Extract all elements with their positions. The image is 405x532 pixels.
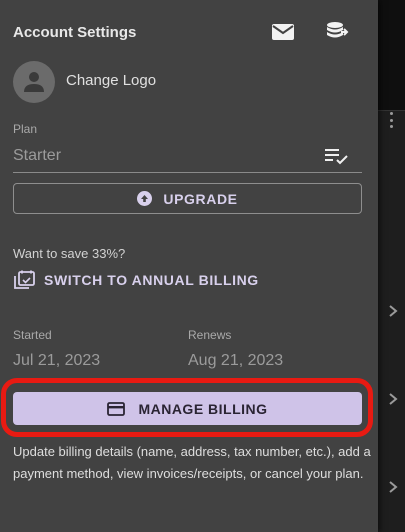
- started-label: Started: [13, 328, 52, 342]
- background-divider: [378, 110, 405, 111]
- chevron-right-icon[interactable]: [387, 304, 399, 318]
- database-transfer-icon[interactable]: [325, 21, 351, 43]
- plan-select[interactable]: Starter: [13, 147, 61, 165]
- started-date: Jul 21, 2023: [13, 352, 101, 369]
- more-vert-icon[interactable]: [386, 112, 396, 128]
- plan-label: Plan: [13, 122, 38, 136]
- person-icon: [24, 72, 44, 92]
- background-app-header: [378, 0, 405, 110]
- drawer-title: Account Settings: [13, 24, 137, 41]
- mail-icon[interactable]: [270, 21, 296, 43]
- playlist-check-icon[interactable]: [324, 147, 348, 165]
- arrow-up-circle-icon: [137, 191, 153, 206]
- upgrade-button[interactable]: UPGRADE: [13, 183, 362, 214]
- credit-card-icon: [107, 401, 126, 416]
- account-settings-drawer: Account Settings Change Logo Plan Starte…: [0, 0, 378, 532]
- renews-date: Aug 21, 2023: [188, 352, 284, 369]
- upgrade-button-label: UPGRADE: [163, 190, 238, 207]
- manage-billing-button[interactable]: MANAGE BILLING: [13, 392, 362, 425]
- renews-label: Renews: [188, 328, 232, 342]
- switch-annual-billing-link[interactable]: SWITCH TO ANNUAL BILLING: [14, 270, 259, 289]
- save-promo-text: Want to save 33%?: [13, 246, 126, 261]
- background-app: [378, 0, 405, 532]
- manage-billing-label: MANAGE BILLING: [138, 400, 268, 417]
- chevron-right-icon[interactable]: [387, 392, 399, 406]
- avatar[interactable]: [13, 61, 55, 103]
- billing-description: Update billing details (name, address, t…: [13, 444, 371, 481]
- change-logo-link[interactable]: Change Logo: [66, 72, 156, 89]
- calendar-switch-icon: [14, 270, 35, 289]
- switch-annual-billing-label: SWITCH TO ANNUAL BILLING: [44, 271, 259, 288]
- plan-field-underline: [13, 172, 362, 173]
- chevron-right-icon[interactable]: [387, 480, 399, 494]
